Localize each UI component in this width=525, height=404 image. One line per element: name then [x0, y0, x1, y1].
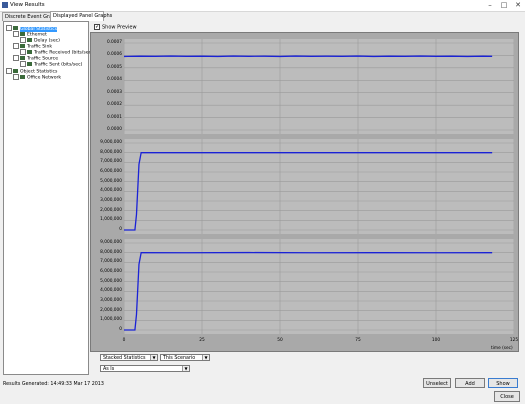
- expander-icon[interactable]: [13, 74, 19, 80]
- y-tick-label: 3,000,000: [100, 298, 122, 303]
- y-tick-label: 0.0001: [106, 114, 122, 120]
- y-tick-label: 0.0000: [106, 127, 122, 132]
- delay-chart: [124, 39, 514, 134]
- traffic-received-chart: [124, 139, 514, 234]
- chart-panel-traffic-received: [124, 139, 514, 234]
- y-tick-label: 6,000,000: [100, 269, 122, 274]
- y-tick-label: 2,000,000: [100, 207, 122, 213]
- results-generated-status: Results Generated: 14:49:33 Mar 17 2013: [3, 382, 104, 387]
- y-tick-label: 4,000,000: [100, 288, 122, 294]
- folder-icon: [20, 32, 25, 36]
- y-tick-label: 9,000,000: [100, 240, 122, 245]
- y-tick-label: 4,000,000: [100, 188, 122, 194]
- x-axis-label: time (sec): [491, 346, 513, 351]
- filter-select[interactable]: As Is ▼: [100, 365, 190, 372]
- statistic-icon: [27, 62, 32, 66]
- y-tick-label: 9,000,000: [100, 140, 122, 145]
- filter-value: As Is: [103, 367, 115, 372]
- y-tick-label: 5,000,000: [100, 178, 122, 184]
- show-preview-checkbox[interactable]: ✔ Show Preview: [94, 24, 137, 31]
- expander-icon[interactable]: [13, 31, 19, 37]
- checkbox-icon[interactable]: [20, 61, 26, 67]
- y-tick-label: 8,000,000: [100, 149, 122, 155]
- tab-displayed-panel-graphs[interactable]: Displayed Panel Graphs: [50, 11, 112, 21]
- close-button[interactable]: Close: [494, 391, 520, 402]
- y-tick-label: 0.0004: [106, 77, 122, 83]
- folder-icon: [20, 56, 25, 60]
- add-button[interactable]: Add: [455, 378, 485, 388]
- traffic-sent-chart: [124, 239, 514, 334]
- x-tick-label: 75: [355, 338, 361, 343]
- chevron-down-icon[interactable]: ▼: [202, 355, 209, 360]
- minimize-button[interactable]: –: [483, 0, 497, 10]
- chevron-down-icon[interactable]: ▼: [182, 366, 189, 371]
- y-tick-label: 0.0007: [106, 40, 122, 45]
- x-tick-label: 25: [199, 338, 205, 343]
- expander-icon[interactable]: [13, 43, 19, 49]
- y-tick-label: 5,000,000: [100, 278, 122, 284]
- statistics-tree[interactable]: Global Statistics Ethernet Delay (sec) T…: [3, 21, 93, 375]
- maximize-button[interactable]: □: [497, 0, 511, 10]
- x-tick-label: 100: [431, 338, 441, 343]
- folder-icon: [20, 44, 25, 48]
- graph-preview-area: 0.0007 0.0006 0.0005 0.0004 0.0003 0.0002 0.00…: [90, 32, 519, 352]
- folder-icon: [13, 26, 18, 30]
- close-window-button[interactable]: ✕: [511, 0, 525, 10]
- y-tick-label: 7,000,000: [100, 159, 122, 165]
- tab-label: Displayed Panel Graphs: [53, 13, 113, 19]
- x-tick-label: 0: [122, 338, 126, 343]
- y-tick-label: 0.0003: [106, 89, 122, 95]
- y-tick-label: 0: [119, 327, 122, 332]
- y-tick-label: 0.0006: [106, 52, 122, 58]
- expander-icon[interactable]: [6, 68, 12, 74]
- chart-panel-traffic-sent: [124, 239, 514, 334]
- tree-item-traffic-sent[interactable]: Traffic Sent (bits/sec): [20, 61, 82, 68]
- x-tick-label: 125: [509, 338, 519, 343]
- y-tick-label: 1,000,000: [100, 317, 122, 323]
- show-preview-label: Show Preview: [102, 24, 137, 31]
- y-tick-label: 7,000,000: [100, 259, 122, 265]
- y-tick-label: 0.0002: [106, 102, 122, 108]
- chart-panel-delay: [124, 39, 514, 134]
- chevron-down-icon[interactable]: ▼: [150, 355, 157, 360]
- expander-icon[interactable]: [13, 55, 19, 61]
- y-tick-label: 1,000,000: [100, 217, 122, 223]
- folder-icon: [13, 69, 18, 73]
- x-tick-label: 50: [277, 338, 283, 343]
- show-button[interactable]: Show: [488, 378, 518, 388]
- scenario-select[interactable]: This Scenario ▼: [160, 354, 210, 361]
- y-tick-label: 2,000,000: [100, 307, 122, 313]
- expander-icon[interactable]: [6, 25, 12, 31]
- unselect-button[interactable]: Unselect: [423, 378, 451, 388]
- scenario-value: This Scenario: [163, 356, 196, 361]
- folder-icon: [20, 75, 25, 79]
- tab-discrete-event-graphs[interactable]: Discrete Event Graphs: [2, 12, 61, 21]
- app-icon: [2, 2, 8, 8]
- tree-item-office-network[interactable]: Office Network: [13, 74, 61, 81]
- y-tick-label: 6,000,000: [100, 169, 122, 174]
- y-tick-label: 0.0005: [106, 64, 122, 70]
- y-tick-label: 8,000,000: [100, 249, 122, 255]
- y-tick-label: 0: [119, 227, 122, 232]
- checkbox-checked-icon[interactable]: ✔: [94, 24, 100, 30]
- statistic-icon: [27, 38, 32, 42]
- stat-mode-select[interactable]: Stacked Statistics ▼: [100, 354, 158, 361]
- y-tick-label: 3,000,000: [100, 198, 122, 203]
- window-title: View Results: [10, 2, 45, 8]
- stat-mode-value: Stacked Statistics: [103, 356, 146, 361]
- statistic-icon: [27, 50, 32, 54]
